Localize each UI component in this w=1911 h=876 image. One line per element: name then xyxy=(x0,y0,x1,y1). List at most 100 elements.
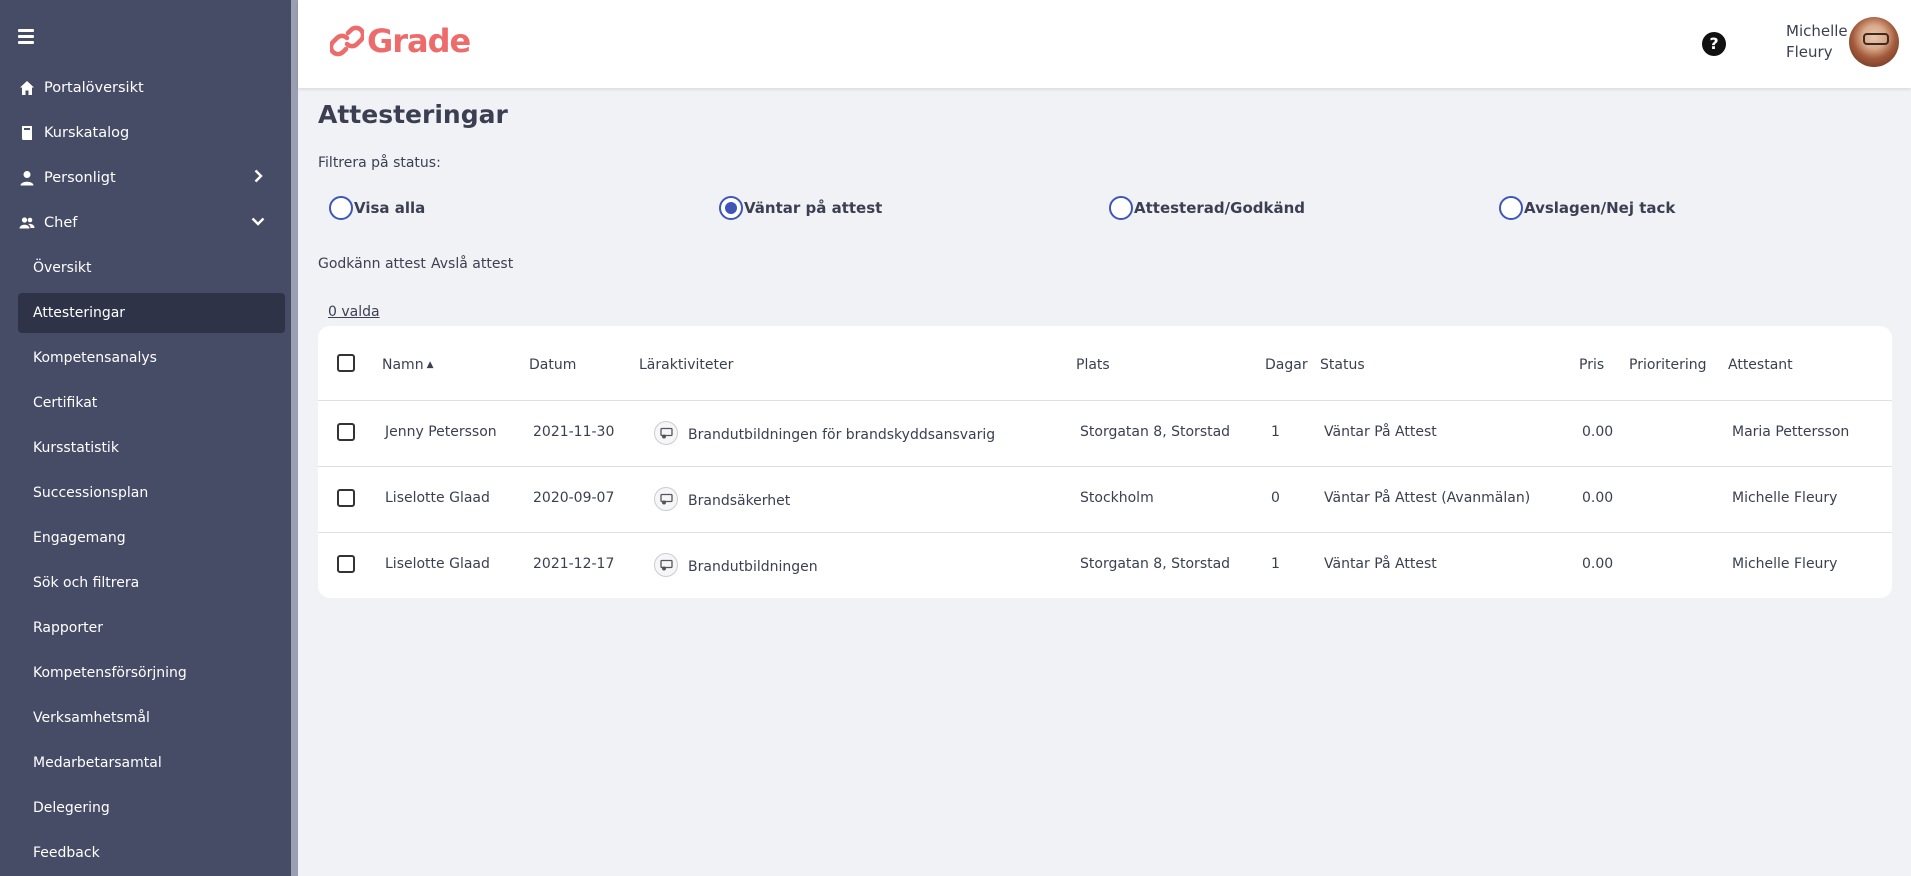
radio-button[interactable] xyxy=(719,196,743,220)
column-header-approver[interactable]: Attestant xyxy=(1728,357,1793,373)
sidebar-item-kurskatalog[interactable]: Kurskatalog xyxy=(18,113,282,153)
column-header-label: Namn xyxy=(382,357,424,373)
sidebar-subitem-label: Attesteringar xyxy=(33,305,126,321)
question-circle-icon[interactable]: ? xyxy=(1702,32,1726,56)
cell-price: 0.00 xyxy=(1582,556,1614,572)
column-header-date[interactable]: Datum xyxy=(529,357,576,373)
row-checkbox[interactable] xyxy=(337,489,355,507)
menu-toggle-icon[interactable] xyxy=(18,29,34,44)
filter-radio-attesterad-godkand[interactable]: Attesterad/Godkänd xyxy=(1109,196,1305,220)
course-icon xyxy=(654,487,678,511)
filter-radio-vantar-pa-attest[interactable]: Väntar på attest xyxy=(719,196,882,220)
cell-status: Väntar På Attest (Avanmälan) xyxy=(1324,490,1531,506)
cell-place: Storgatan 8, Storstad xyxy=(1080,556,1231,572)
cell-date: 2020-09-07 xyxy=(533,490,615,506)
filter-label: Filtrera på status: xyxy=(318,155,441,171)
table-row[interactable]: Liselotte Glaad 2021-12-17 Brandutbildni… xyxy=(318,532,1892,598)
row-checkbox[interactable] xyxy=(337,423,355,441)
radio-label: Attesterad/Godkänd xyxy=(1134,199,1305,217)
column-header-name[interactable]: Namn ▲ xyxy=(382,357,433,373)
sidebar-subitem-medarbetarsamtal[interactable]: Medarbetarsamtal xyxy=(18,743,285,783)
user-icon xyxy=(18,169,36,187)
cell-activity[interactable]: Brandutbildningen för brandskyddsansvari… xyxy=(688,427,995,443)
course-icon xyxy=(654,553,678,577)
sidebar-item-chef[interactable]: Chef xyxy=(18,203,282,243)
sidebar-subitem-delegering[interactable]: Delegering xyxy=(18,788,285,828)
sidebar-subitem-oversikt[interactable]: Översikt xyxy=(18,248,285,288)
sort-asc-icon: ▲ xyxy=(426,360,434,370)
radio-button[interactable] xyxy=(329,196,353,220)
sidebar-subitem-label: Översikt xyxy=(33,260,92,276)
user-last-name: Fleury xyxy=(1786,43,1833,61)
cell-approver: Michelle Fleury xyxy=(1732,490,1838,506)
cell-name: Liselotte Glaad xyxy=(385,490,490,506)
cell-activity[interactable]: Brandsäkerhet xyxy=(688,493,790,509)
top-header: Grade ? Michelle Fleury xyxy=(298,0,1911,88)
reject-button[interactable]: Avslå attest xyxy=(431,256,513,272)
sidebar-subitem-engagemang[interactable]: Engagemang xyxy=(18,518,285,558)
users-icon xyxy=(18,214,36,232)
column-header-price[interactable]: Pris xyxy=(1579,357,1604,373)
sidebar-subitem-kompetensforsorjning[interactable]: Kompetensförsörjning xyxy=(18,653,285,693)
column-header-place[interactable]: Plats xyxy=(1076,357,1110,373)
sidebar-subitem-sok-och-filtrera[interactable]: Sök och filtrera xyxy=(18,563,285,603)
sidebar-subitem-kursstatistik[interactable]: Kursstatistik xyxy=(18,428,285,468)
sidebar: Portalöversikt Kurskatalog Personligt Ch… xyxy=(0,0,291,876)
cell-price: 0.00 xyxy=(1582,424,1614,440)
home-icon xyxy=(18,79,36,97)
sidebar-subitem-label: Kompetensanalys xyxy=(33,350,157,366)
column-header-days[interactable]: Dagar xyxy=(1265,357,1308,373)
page-title: Attesteringar xyxy=(318,100,508,129)
table-row[interactable]: Jenny Petersson 2021-11-30 Brandutbildni… xyxy=(318,400,1892,466)
chevron-down-icon xyxy=(251,214,267,232)
sidebar-item-portaloversikt[interactable]: Portalöversikt xyxy=(18,68,282,108)
sidebar-item-label: Portalöversikt xyxy=(44,80,144,96)
grade-logo[interactable]: Grade xyxy=(330,22,471,60)
course-icon xyxy=(654,421,678,445)
radio-button[interactable] xyxy=(1109,196,1133,220)
sidebar-subitem-label: Rapporter xyxy=(33,620,103,636)
column-header-activities[interactable]: Läraktiviteter xyxy=(639,357,733,373)
sidebar-subitem-attesteringar[interactable]: Attesteringar xyxy=(18,293,285,333)
user-name[interactable]: Michelle Fleury xyxy=(1786,21,1848,63)
cell-approver: Maria Pettersson xyxy=(1732,424,1850,440)
radio-button[interactable] xyxy=(1499,196,1523,220)
cell-name: Jenny Petersson xyxy=(385,424,497,440)
cell-place: Storgatan 8, Storstad xyxy=(1080,424,1231,440)
sidebar-subitem-rapporter[interactable]: Rapporter xyxy=(18,608,285,648)
row-checkbox[interactable] xyxy=(337,555,355,573)
table-row[interactable]: Liselotte Glaad 2020-09-07 Brandsäkerhet… xyxy=(318,466,1892,532)
filter-radio-visa-alla[interactable]: Visa alla xyxy=(329,196,425,220)
sidebar-subitem-label: Verksamhetsmål xyxy=(33,710,150,726)
sidebar-subitem-label: Feedback xyxy=(33,845,100,861)
sidebar-scrollbar[interactable] xyxy=(291,0,298,876)
select-all-checkbox[interactable] xyxy=(337,354,355,372)
selected-count-link[interactable]: 0 valda xyxy=(328,304,380,320)
sidebar-subitem-successionsplan[interactable]: Successionsplan xyxy=(18,473,285,513)
sidebar-subitem-label: Sök och filtrera xyxy=(33,575,140,591)
sidebar-subitem-verksamhetsmal[interactable]: Verksamhetsmål xyxy=(18,698,285,738)
column-header-status[interactable]: Status xyxy=(1320,357,1365,373)
chevron-right-icon xyxy=(251,169,267,187)
sidebar-item-personligt[interactable]: Personligt xyxy=(18,158,282,198)
book-icon xyxy=(18,124,36,142)
sidebar-subitem-feedback[interactable]: Feedback xyxy=(18,833,285,873)
cell-price: 0.00 xyxy=(1582,490,1614,506)
radio-label: Avslagen/Nej tack xyxy=(1524,199,1676,217)
radio-label: Visa alla xyxy=(354,199,426,217)
column-header-priority[interactable]: Prioritering xyxy=(1629,357,1707,373)
link-chain-icon xyxy=(330,25,364,57)
sidebar-subitem-label: Kompetensförsörjning xyxy=(33,665,187,681)
cell-activity[interactable]: Brandutbildningen xyxy=(688,559,818,575)
avatar[interactable] xyxy=(1849,17,1899,67)
sidebar-subitem-certifikat[interactable]: Certifikat xyxy=(18,383,285,423)
sidebar-subitem-kompetensanalys[interactable]: Kompetensanalys xyxy=(18,338,285,378)
approve-button[interactable]: Godkänn attest xyxy=(318,256,426,272)
logo-text: Grade xyxy=(367,22,471,60)
sidebar-subitem-label: Successionsplan xyxy=(33,485,149,501)
cell-status: Väntar På Attest xyxy=(1324,556,1437,572)
sidebar-subitem-label: Delegering xyxy=(33,800,110,816)
filter-radio-avslagen-nej-tack[interactable]: Avslagen/Nej tack xyxy=(1499,196,1675,220)
sidebar-subitem-label: Engagemang xyxy=(33,530,126,546)
sidebar-subitem-label: Kursstatistik xyxy=(33,440,119,456)
